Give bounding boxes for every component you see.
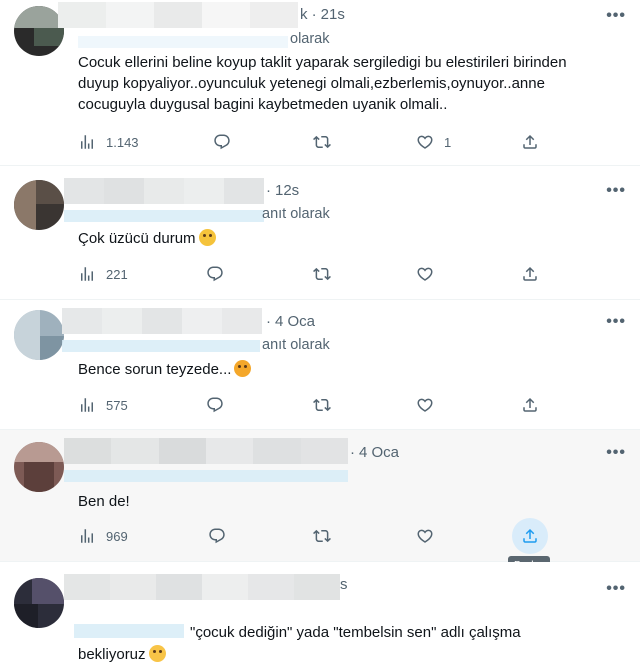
like-icon (416, 396, 434, 414)
like-icon (416, 527, 434, 545)
views-button[interactable]: 969 (78, 524, 128, 548)
tweet-text-content: Çok üzücü durum (78, 230, 196, 247)
reply-button[interactable] (208, 524, 226, 548)
thinking-emoji-icon (198, 229, 216, 246)
username-redacted (58, 2, 298, 28)
tweet-text: Cocuk ellerini beline koyup taklit yapar… (78, 54, 567, 113)
reply-to-redacted (64, 210, 264, 222)
username-redacted (64, 574, 340, 600)
reply-context: anıt olarak (262, 206, 330, 222)
reply-icon (208, 527, 226, 545)
retweet-icon (313, 265, 331, 283)
tweet-timestamp[interactable]: · 12s (266, 182, 299, 199)
tweet-actions: 575 (78, 393, 578, 417)
more-icon[interactable]: ••• (606, 313, 626, 331)
reply-icon (206, 265, 224, 283)
tweet-text-content: Bence sorun teyzede... (78, 361, 232, 378)
views-count: 969 (106, 528, 128, 544)
retweet-button[interactable] (313, 262, 331, 286)
retweet-button[interactable] (313, 130, 331, 154)
avatar[interactable] (14, 442, 64, 492)
reply-to-redacted (64, 470, 348, 482)
share-button[interactable] (521, 130, 539, 154)
tweet-4[interactable]: ·4 Oca ••• Ben de! 969 Paylaş (0, 430, 640, 575)
share-icon (521, 265, 539, 283)
avatar[interactable] (14, 180, 64, 230)
views-button[interactable]: 221 (78, 262, 128, 286)
tweet-timestamp[interactable]: · 4 Oca (350, 444, 399, 461)
avatar[interactable] (14, 578, 64, 628)
like-icon (416, 133, 434, 151)
more-icon[interactable]: ••• (606, 444, 626, 462)
tweet-text: Ben de! (78, 493, 130, 510)
share-button[interactable] (521, 393, 539, 417)
views-icon (78, 265, 96, 283)
laughing-emoji-icon (148, 645, 166, 662)
tweet-timestamp[interactable]: s (340, 576, 348, 593)
views-count: 575 (106, 397, 128, 413)
tweet-2[interactable]: · 12s anıt olarak ••• Çok üzücü durum 221 (0, 166, 640, 300)
like-button[interactable]: 1 (416, 130, 451, 154)
views-count: 221 (106, 266, 128, 282)
reply-context: olarak (290, 31, 330, 47)
reply-button[interactable] (213, 130, 231, 154)
retweet-button[interactable] (313, 524, 331, 548)
reply-to-redacted (78, 36, 288, 48)
reply-button[interactable] (206, 393, 224, 417)
share-button[interactable] (512, 518, 548, 554)
share-icon (521, 527, 539, 545)
like-icon (416, 265, 434, 283)
reply-to-redacted (62, 340, 260, 352)
retweet-icon (313, 133, 331, 151)
reply-icon (213, 133, 231, 151)
username-redacted (64, 438, 348, 464)
username-redacted (64, 178, 264, 204)
share-icon (521, 396, 539, 414)
views-count: 1.143 (106, 134, 139, 150)
tweet-text-line2: bekliyoruz (78, 646, 146, 663)
tweet-text: "çocuk dediğin" yada "tembelsin sen" adl… (190, 624, 521, 641)
tweet-text: Çok üzücü durum (78, 228, 598, 249)
more-icon[interactable]: ••• (606, 7, 626, 25)
retweet-icon (313, 396, 331, 414)
like-button[interactable] (416, 262, 434, 286)
views-icon (78, 527, 96, 545)
share-icon (521, 133, 539, 151)
tweet-text-continued: bekliyoruz (78, 644, 598, 665)
views-icon (78, 133, 96, 151)
reply-icon (206, 396, 224, 414)
more-icon[interactable]: ••• (606, 182, 626, 200)
tweet-actions: 221 (78, 262, 578, 286)
avatar[interactable] (14, 6, 64, 56)
username-redacted (62, 308, 262, 334)
like-button[interactable] (416, 393, 434, 417)
retweet-icon (313, 527, 331, 545)
reply-button[interactable] (206, 262, 224, 286)
tweet-1[interactable]: k · 21s olarak ••• Cocuk ellerini beline … (0, 0, 640, 166)
retweet-button[interactable] (313, 393, 331, 417)
tweet-timestamp[interactable]: k · 21s (300, 6, 345, 23)
tweet-text: Bence sorun teyzede... (78, 359, 598, 380)
tweet-timestamp[interactable]: · 4 Oca (266, 313, 315, 330)
more-icon[interactable]: ••• (606, 580, 626, 598)
mention-redacted (74, 624, 184, 638)
tweet-3[interactable]: · 4 Oca anıt olarak ••• Bence sorun teyze… (0, 300, 640, 430)
share-button[interactable] (521, 262, 539, 286)
like-button[interactable] (416, 524, 434, 548)
reply-context: anıt olarak (262, 337, 330, 353)
views-button[interactable]: 575 (78, 393, 128, 417)
views-icon (78, 396, 96, 414)
smiling-emoji-icon (234, 360, 252, 377)
tweet-5[interactable]: s ••• "çocuk dediğin" yada "tembelsin se… (0, 562, 640, 672)
tweet-actions: 969 (78, 518, 578, 554)
tweet-actions: 1.143 1 (78, 130, 578, 154)
views-button[interactable]: 1.143 (78, 130, 139, 154)
avatar[interactable] (14, 310, 64, 360)
like-count: 1 (444, 134, 452, 150)
